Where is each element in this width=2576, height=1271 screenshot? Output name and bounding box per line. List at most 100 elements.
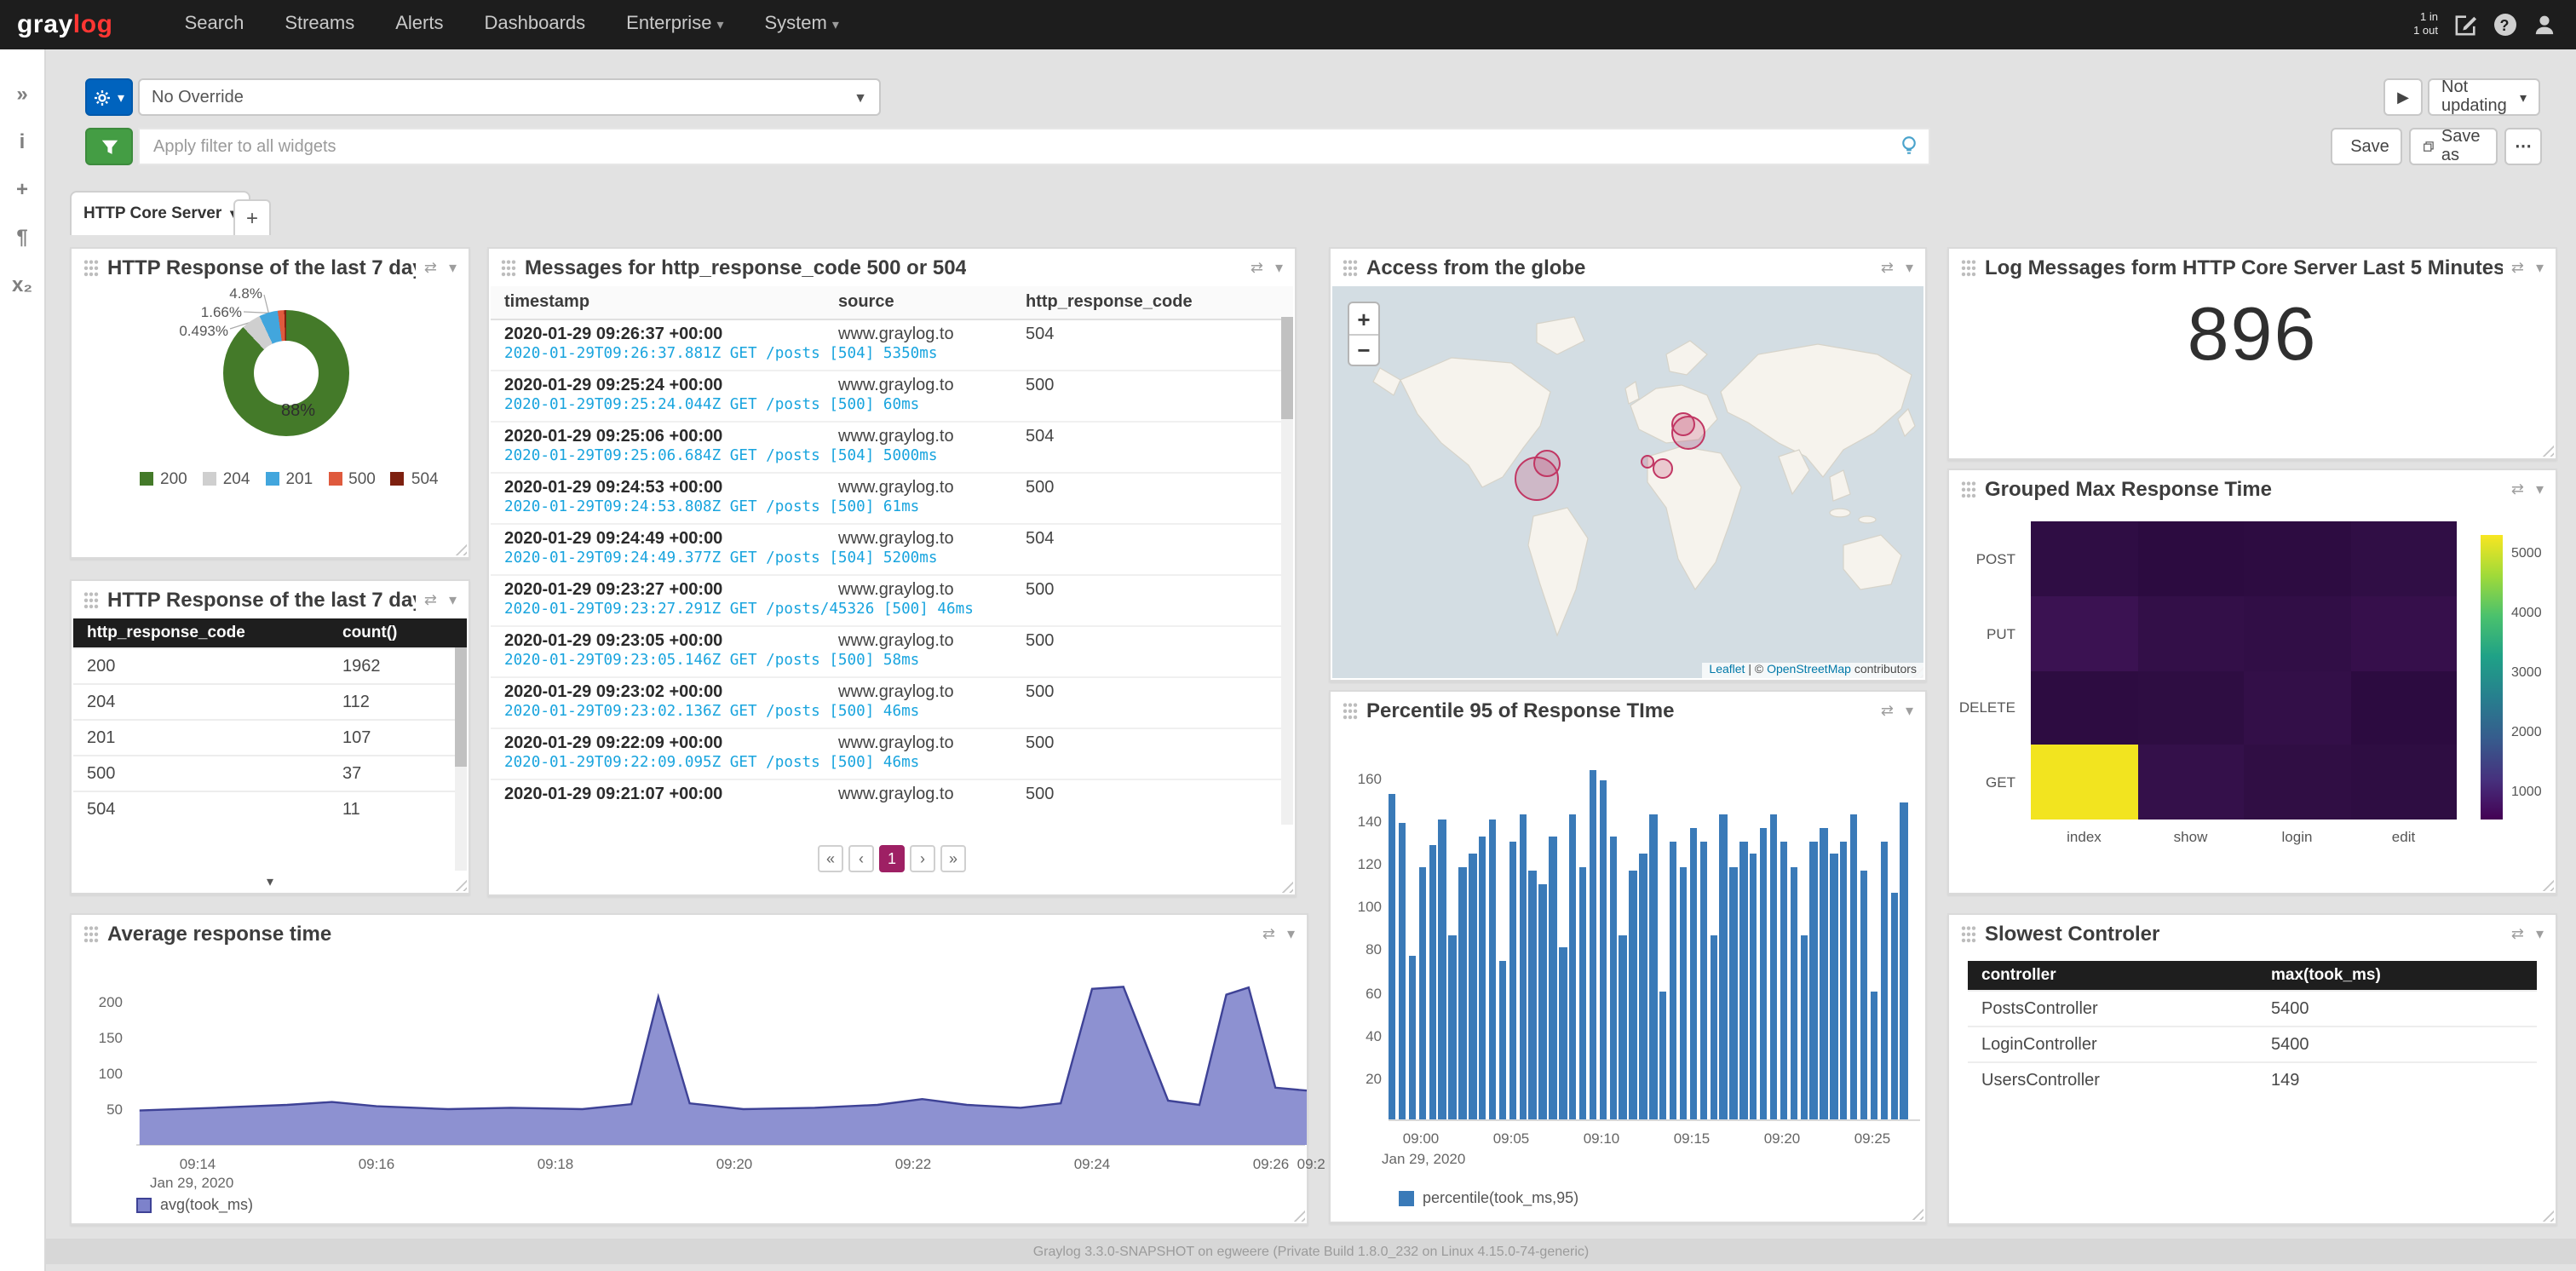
tab-http-core-server[interactable]: HTTP Core Server ▾ xyxy=(70,191,250,235)
page-button-»[interactable]: » xyxy=(940,845,966,872)
nav-item-alerts[interactable]: Alerts xyxy=(375,0,463,49)
message-summary: 2020-01-29 09:24:49 +00:00www.graylog.to… xyxy=(491,525,1293,550)
zoom-in-button[interactable]: + xyxy=(1349,303,1378,334)
colorbar-tick-label: 1000 xyxy=(2511,784,2542,799)
legend-swatch xyxy=(1399,1190,1414,1205)
page-button-›[interactable]: › xyxy=(910,845,935,872)
edit-pencil-icon[interactable] xyxy=(2453,13,2477,37)
zoom-out-button[interactable]: − xyxy=(1349,334,1378,365)
time-override-select[interactable]: No Override ▼ xyxy=(138,78,881,116)
scrollbar-thumb[interactable] xyxy=(1281,317,1293,419)
y-tick-label: 60 xyxy=(1337,984,1382,1001)
heatmap-column-label: show xyxy=(2137,828,2244,845)
play-button[interactable]: ▶ xyxy=(2383,78,2423,116)
column-header[interactable]: max(took_ms) xyxy=(2257,961,2537,991)
message-row[interactable]: 2020-01-29 09:21:07 +00:00www.graylog.to… xyxy=(491,779,1293,806)
add-tab-button[interactable]: + xyxy=(233,199,271,235)
scrollbar-thumb[interactable] xyxy=(455,647,467,767)
drag-handle-icon[interactable] xyxy=(83,590,99,609)
info-icon[interactable]: i xyxy=(20,131,26,152)
message-row[interactable]: 2020-01-29 09:23:27 +00:00www.graylog.to… xyxy=(491,574,1293,625)
column-header[interactable]: source xyxy=(838,293,1026,312)
column-header[interactable]: http_response_code xyxy=(1026,293,1279,312)
widget-message-count: Log Messages form HTTP Core Server Last … xyxy=(1947,247,2557,460)
subscript-icon[interactable]: x₂ xyxy=(12,274,32,295)
drag-handle-icon[interactable] xyxy=(1343,258,1358,277)
nav-item-search[interactable]: Search xyxy=(164,0,265,49)
pilcrow-icon[interactable]: ¶ xyxy=(16,227,27,247)
move-widget-icon[interactable]: ⇄ xyxy=(1881,257,1894,278)
bar xyxy=(1730,866,1738,1119)
graylog-logo[interactable]: graylog xyxy=(17,10,113,39)
chevron-down-icon[interactable]: ▾ xyxy=(2536,923,2544,944)
message-row[interactable]: 2020-01-29 09:23:02 +00:00www.graylog.to… xyxy=(491,676,1293,728)
drag-handle-icon[interactable] xyxy=(1961,480,1976,498)
question-mark: ? xyxy=(2493,14,2516,36)
chevron-down-icon[interactable]: ▾ xyxy=(2536,479,2544,499)
move-widget-icon[interactable]: ⇄ xyxy=(1251,257,1263,278)
column-header[interactable]: controller xyxy=(1968,961,2257,991)
add-icon[interactable]: + xyxy=(16,179,28,199)
chevron-down-icon[interactable]: ▾ xyxy=(1906,700,1913,721)
throughput-indicator[interactable]: 1 in 1 out xyxy=(2413,11,2438,38)
nav-item-dashboards[interactable]: Dashboards xyxy=(464,0,607,49)
widget-config-button[interactable]: ▾ xyxy=(85,78,133,116)
move-widget-icon[interactable]: ⇄ xyxy=(2511,923,2524,944)
message-row[interactable]: 2020-01-29 09:25:24 +00:00www.graylog.to… xyxy=(491,370,1293,421)
drag-handle-icon[interactable] xyxy=(501,258,516,277)
page-button-1[interactable]: 1 xyxy=(879,845,905,872)
message-row[interactable]: 2020-01-29 09:23:05 +00:00www.graylog.to… xyxy=(491,625,1293,676)
column-header[interactable]: http_response_code xyxy=(73,618,329,648)
widget-title: Access from the globe xyxy=(1366,256,1585,279)
expand-sidebar-icon[interactable]: » xyxy=(16,83,27,104)
column-header[interactable]: timestamp xyxy=(504,293,838,312)
chevron-down-icon[interactable]: ▾ xyxy=(1906,257,1913,278)
resize-handle[interactable] xyxy=(1908,1205,1923,1220)
column-header[interactable]: count() xyxy=(329,618,467,648)
leaflet-link[interactable]: Leaflet xyxy=(1709,664,1745,676)
resize-handle[interactable] xyxy=(451,540,467,555)
message-row[interactable]: 2020-01-29 09:24:53 +00:00www.graylog.to… xyxy=(491,472,1293,523)
more-actions-button[interactable]: ⋯ xyxy=(2504,128,2542,165)
nav-item-streams[interactable]: Streams xyxy=(264,0,375,49)
message-summary: 2020-01-29 09:23:02 +00:00www.graylog.to… xyxy=(491,678,1293,704)
lightbulb-icon[interactable] xyxy=(1898,135,1922,158)
message-row[interactable]: 2020-01-29 09:26:37 +00:00www.graylog.to… xyxy=(491,320,1293,370)
message-row[interactable]: 2020-01-29 09:25:06 +00:00www.graylog.to… xyxy=(491,421,1293,472)
chevron-down-icon[interactable]: ▾ xyxy=(449,589,457,610)
widget-title: Grouped Max Response Time xyxy=(1985,477,2272,501)
chevron-down-icon[interactable]: ▾ xyxy=(1275,257,1283,278)
heatmap-cell xyxy=(2137,670,2244,745)
message-row[interactable]: 2020-01-29 09:22:09 +00:00www.graylog.to… xyxy=(491,728,1293,779)
drag-handle-icon[interactable] xyxy=(1961,258,1976,277)
page-button-‹[interactable]: ‹ xyxy=(848,845,874,872)
nav-item-enterprise[interactable]: Enterprise▾ xyxy=(606,0,744,49)
drag-handle-icon[interactable] xyxy=(1961,924,1976,943)
move-widget-icon[interactable]: ⇄ xyxy=(424,589,437,610)
refresh-interval-button[interactable]: Not updating ▾ xyxy=(2428,78,2540,116)
filter-button[interactable] xyxy=(85,128,133,165)
legend-item: 200 xyxy=(140,469,187,488)
move-widget-icon[interactable]: ⇄ xyxy=(1881,700,1894,721)
move-widget-icon[interactable]: ⇄ xyxy=(2511,257,2524,278)
scrollbar[interactable] xyxy=(455,647,467,871)
save-as-button[interactable]: Save as xyxy=(2409,128,2498,165)
drag-handle-icon[interactable] xyxy=(1343,701,1358,720)
save-button[interactable]: Save xyxy=(2331,128,2402,165)
resize-handle[interactable] xyxy=(2539,441,2554,457)
user-icon[interactable] xyxy=(2532,13,2556,37)
message-row[interactable]: 2020-01-29 09:24:49 +00:00www.graylog.to… xyxy=(491,523,1293,574)
map-canvas[interactable]: + − Leaflet | © OpenStreetMap contributo… xyxy=(1332,286,1923,678)
filter-input[interactable] xyxy=(138,128,1930,165)
page-button-«[interactable]: « xyxy=(818,845,843,872)
chevron-down-icon[interactable]: ▾ xyxy=(2536,257,2544,278)
nav-item-system[interactable]: System▾ xyxy=(744,0,859,49)
move-widget-icon[interactable]: ⇄ xyxy=(2511,479,2524,499)
scrollbar[interactable] xyxy=(1281,317,1293,825)
donut-callout: 4.8% xyxy=(204,285,262,302)
help-icon[interactable]: ? xyxy=(2493,13,2516,37)
table-cell: 500 xyxy=(73,756,329,791)
osm-link[interactable]: OpenStreetMap xyxy=(1767,664,1851,676)
slowest-controller-table: controller max(took_ms) PostsController5… xyxy=(1968,961,2537,1097)
resize-handle[interactable] xyxy=(2539,876,2554,891)
